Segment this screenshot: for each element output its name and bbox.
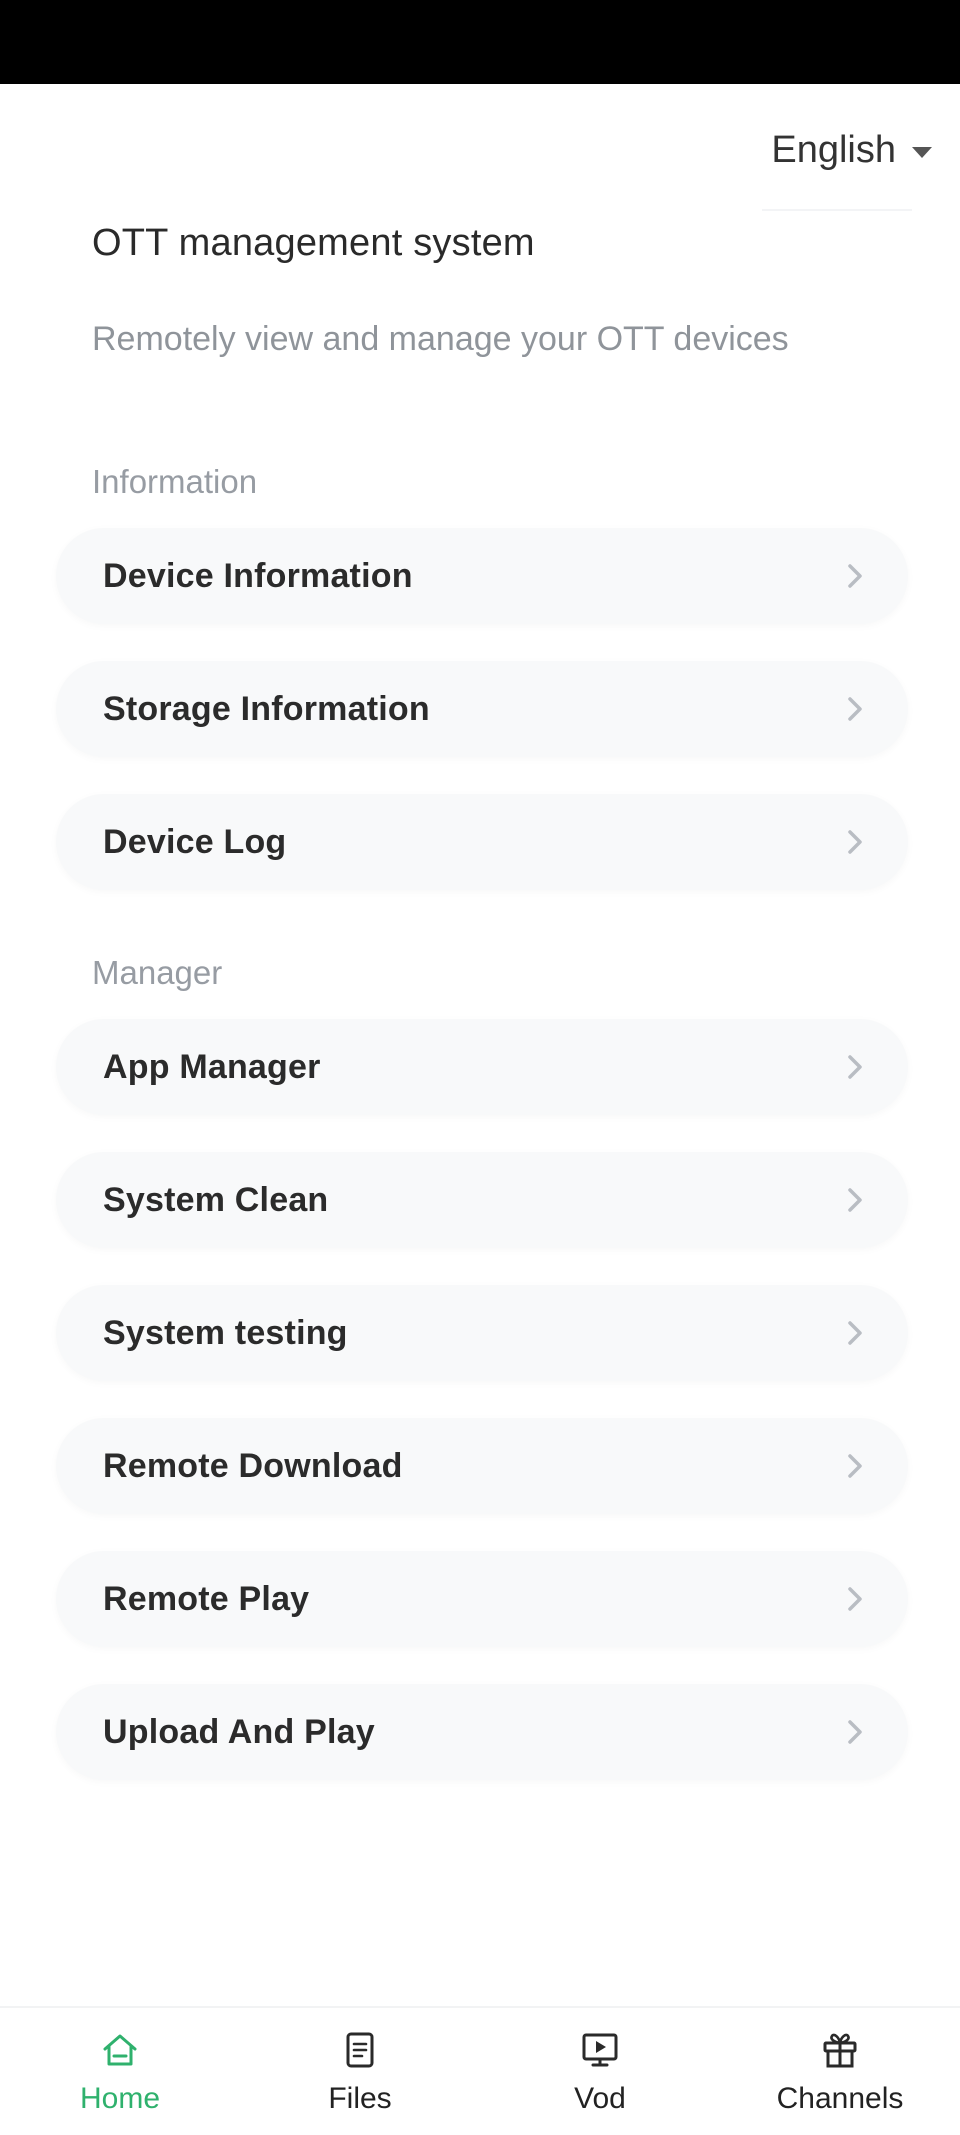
menu-item-system-testing[interactable]: System testing [56, 1285, 908, 1381]
menu-item-system-clean[interactable]: System Clean [56, 1152, 908, 1248]
menu-item-label: Device Log [103, 822, 287, 861]
tab-label-files: Files [328, 2082, 392, 2115]
menu-item-label: Storage Information [103, 689, 430, 728]
menu-item-label: Remote Play [103, 1579, 310, 1618]
language-label: English [771, 128, 896, 171]
menu-item-label: Remote Download [103, 1446, 403, 1485]
chevron-right-icon [846, 562, 864, 590]
menu-item-device-information[interactable]: Device Information [56, 528, 908, 624]
chevron-right-icon [846, 1319, 864, 1347]
caret-down-icon [912, 146, 932, 158]
section-label-information: Information [92, 463, 258, 500]
menu-item-label: Device Information [103, 556, 413, 595]
menu-item-app-manager[interactable]: App Manager [56, 1019, 908, 1115]
menu-item-upload-and-play[interactable]: Upload And Play [56, 1684, 908, 1780]
tab-home[interactable]: Home [0, 2008, 240, 2135]
chevron-right-icon [846, 1186, 864, 1214]
tab-label-home: Home [79, 2082, 161, 2115]
status-bar [0, 0, 960, 84]
file-icon [340, 2028, 380, 2072]
language-divider [762, 209, 912, 211]
page-subtitle: Remotely view and manage your OTT device… [92, 320, 789, 358]
gift-icon [820, 2028, 860, 2072]
menu-item-remote-play[interactable]: Remote Play [56, 1551, 908, 1647]
menu-item-remote-download[interactable]: Remote Download [56, 1418, 908, 1514]
tab-label-vod: Vod [574, 2082, 626, 2115]
tab-vod[interactable]: Vod [480, 2008, 720, 2135]
chevron-right-icon [846, 1585, 864, 1613]
menu-item-label: System Clean [103, 1180, 329, 1219]
section-label-manager: Manager [92, 954, 223, 991]
menu-item-label: System testing [103, 1313, 348, 1352]
tab-files[interactable]: Files [240, 2008, 480, 2135]
tab-label-channels: Channels [776, 2082, 904, 2115]
video-icon [580, 2028, 620, 2072]
menu-item-storage-information[interactable]: Storage Information [56, 661, 908, 757]
menu-item-label: Upload And Play [103, 1712, 375, 1751]
home-icon [100, 2028, 140, 2072]
menu-item-label: App Manager [103, 1047, 321, 1086]
tab-channels[interactable]: Channels [720, 2008, 960, 2135]
chevron-right-icon [846, 695, 864, 723]
bottom-tab-bar: Home Files Vod Channels [0, 2006, 960, 2135]
chevron-right-icon [846, 828, 864, 856]
language-dropdown[interactable]: English [771, 122, 932, 178]
page-title: OTT management system [92, 222, 535, 264]
menu-item-device-log[interactable]: Device Log [56, 794, 908, 890]
chevron-right-icon [846, 1452, 864, 1480]
chevron-right-icon [846, 1053, 864, 1081]
chevron-right-icon [846, 1718, 864, 1746]
